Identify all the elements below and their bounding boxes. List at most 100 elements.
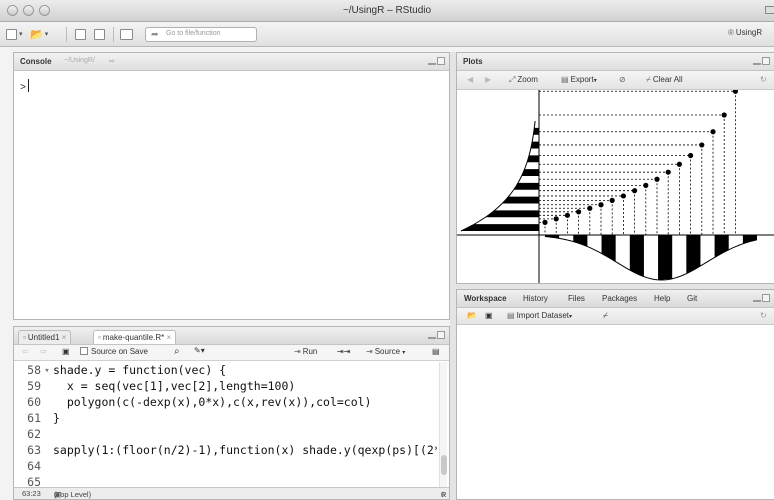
source-label: Source <box>374 347 401 356</box>
tab-packages[interactable]: Packages <box>602 294 637 303</box>
minimize-pane-button[interactable] <box>428 57 436 65</box>
previous-plot-icon[interactable]: ◀ <box>467 75 473 84</box>
import-dataset-button[interactable]: ▤ Import Dataset▾ <box>507 311 572 320</box>
export-button[interactable]: ▤ Export▾ <box>561 75 597 84</box>
go-to-dir-icon[interactable]: ⇨ <box>109 57 115 65</box>
next-plot-icon[interactable]: ▶ <box>485 75 491 84</box>
plots-header: Plots <box>457 53 774 71</box>
chevron-updown-icon: ◊ <box>54 490 58 499</box>
back-icon[interactable]: ⇦ <box>22 347 29 356</box>
code-line[interactable]: 58 ▾ shade.y = function(vec) { <box>14 363 226 379</box>
quantile-point <box>643 182 649 188</box>
goto-arrow-icon: ➦ <box>151 29 159 39</box>
tab-make-quantile[interactable]: ▫ make-quantile.R* × <box>93 330 177 344</box>
code-text: polygon(c(-dexp(x),0*x),c(x,rev(x)),col=… <box>53 395 372 409</box>
source-on-save-checkbox[interactable]: Source on Save <box>80 347 148 356</box>
code-line[interactable]: 64 <box>14 459 53 475</box>
code-text: } <box>53 411 60 425</box>
bell-stripe <box>686 235 701 274</box>
tab-help[interactable]: Help <box>654 294 670 303</box>
code-line[interactable]: 59 x = seq(vec[1],vec[2],length=100) <box>14 379 295 395</box>
code-line[interactable]: 60 polygon(c(-dexp(x),0*x),c(x,rev(x)),c… <box>14 395 372 411</box>
maximize-pane-button[interactable] <box>437 57 445 65</box>
print-button[interactable] <box>120 27 133 41</box>
toolbar-toggle-button[interactable] <box>765 6 774 14</box>
window-title: ~/UsingR – RStudio <box>342 5 432 16</box>
tab-untitled1[interactable]: ▫ Untitled1 × <box>18 330 72 344</box>
bell-stripe <box>714 235 729 258</box>
minimize-pane-button[interactable] <box>753 57 761 65</box>
fold-toggle-icon <box>41 395 53 411</box>
open-file-button[interactable]: 📂 ▾ <box>30 27 48 41</box>
fold-toggle-icon[interactable]: ▾ <box>41 363 53 379</box>
quantile-point <box>632 188 638 194</box>
source-button[interactable]: ⇥ Source ▾ <box>366 347 405 356</box>
load-workspace-icon[interactable]: 📂 <box>467 311 477 320</box>
close-tab-icon[interactable]: × <box>166 333 171 342</box>
save-all-button[interactable] <box>94 27 105 41</box>
scrollbar-thumb[interactable] <box>441 455 447 475</box>
code-line[interactable]: 63 sapply(1:(floor(n/2)-1),function(x) sh… <box>14 443 437 459</box>
quantile-point <box>721 112 727 118</box>
workspace-pane: Workspace History Files Packages Help Gi… <box>456 289 774 500</box>
project-menu[interactable]: ® UsingR <box>728 28 762 37</box>
code-line[interactable]: 61} <box>14 411 60 427</box>
save-file-icon[interactable]: ▣ <box>62 347 70 356</box>
outline-icon[interactable]: ▤ <box>432 347 440 356</box>
fold-toggle-icon <box>41 459 53 475</box>
line-number: 61 <box>27 411 41 425</box>
project-label: UsingR <box>735 28 763 37</box>
quantile-point <box>609 197 615 203</box>
chevron-down-icon: ▾ <box>44 31 49 38</box>
workspace-window-controls <box>753 294 770 302</box>
console-pane: Console ~/UsingR/ ⇨ > <box>13 52 450 320</box>
plots-toolbar: ◀ ▶ ⤢ Zoom ▤ Export▾ ⊘ ⌿ Clear All ↻ <box>457 71 774 90</box>
quantile-point <box>710 129 716 135</box>
tab-label: Untitled1 <box>27 333 60 342</box>
clear-all-label: Clear All <box>652 75 683 84</box>
import-dataset-label: Import Dataset <box>516 311 570 320</box>
maximize-pane-button[interactable] <box>437 331 445 339</box>
console-path: ~/UsingR/ <box>64 57 95 64</box>
line-number: 64 <box>27 459 41 473</box>
chevron-down-icon: ▾ <box>569 314 573 320</box>
code-line[interactable]: 62 <box>14 427 53 443</box>
bell-stripe <box>573 235 588 247</box>
run-arrow-icon: ⇥ <box>294 347 301 356</box>
chevron-down-icon: ▾ <box>402 350 406 356</box>
new-file-button[interactable]: ▾ <box>6 27 23 41</box>
minimize-pane-button[interactable] <box>753 294 761 302</box>
save-workspace-icon[interactable]: ▣ <box>485 311 493 320</box>
rerun-button[interactable]: ⇥⇥ <box>337 347 350 356</box>
plots-title: Plots <box>463 57 483 66</box>
export-icon: ▤ <box>561 75 569 84</box>
toolbar-divider <box>113 27 114 42</box>
console-prompt: > <box>20 83 27 94</box>
maximize-pane-button[interactable] <box>762 294 770 302</box>
clear-workspace-icon[interactable]: ⌿ <box>603 311 608 321</box>
console-title: Console <box>20 57 52 66</box>
tab-files[interactable]: Files <box>568 294 585 303</box>
tab-workspace[interactable]: Workspace <box>464 294 507 303</box>
plots-window-controls <box>753 57 770 65</box>
code-tools-icon[interactable]: ✎▾ <box>194 346 205 355</box>
editor-scrollbar[interactable] <box>439 362 447 489</box>
close-tab-icon[interactable]: × <box>62 333 67 342</box>
project-icon: ® <box>728 28 734 37</box>
refresh-icon[interactable]: ↻ <box>760 311 767 320</box>
console-input[interactable]: > <box>20 79 30 94</box>
tab-git[interactable]: Git <box>687 294 697 303</box>
search-icon[interactable]: ⌕ <box>174 346 180 357</box>
tab-history[interactable]: History <box>523 294 548 303</box>
save-button[interactable] <box>75 27 86 41</box>
clear-all-button[interactable]: ⌿ Clear All <box>646 75 683 85</box>
minimize-pane-button[interactable] <box>428 331 436 339</box>
maximize-pane-button[interactable] <box>762 57 770 65</box>
refresh-icon[interactable]: ↻ <box>760 75 767 84</box>
zoom-button[interactable]: ⤢ Zoom <box>509 75 538 85</box>
goto-file-input[interactable]: ➦ Go to file/function <box>145 27 257 42</box>
code-editor[interactable]: 58 ▾ shade.y = function(vec) {59 x = seq(v… <box>14 362 437 489</box>
run-button[interactable]: ⇥ Run <box>294 347 317 356</box>
remove-plot-button[interactable]: ⊘ <box>619 75 628 84</box>
forward-icon[interactable]: ⇨ <box>40 347 47 356</box>
